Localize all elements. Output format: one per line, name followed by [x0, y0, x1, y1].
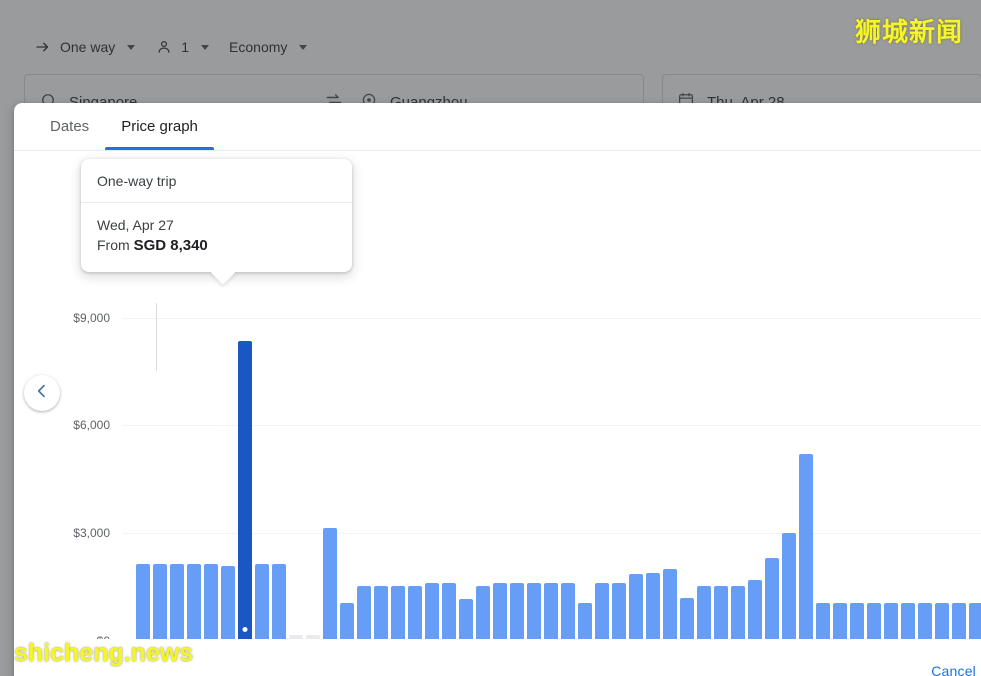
price-bar[interactable]	[136, 564, 150, 641]
price-bar[interactable]	[323, 528, 337, 641]
price-bar[interactable]	[935, 603, 949, 641]
chevron-left-icon	[32, 381, 52, 406]
price-bar[interactable]	[442, 583, 456, 641]
tab-price-graph[interactable]: Price graph	[105, 103, 214, 150]
price-bar[interactable]	[374, 586, 388, 641]
price-bar[interactable]	[391, 586, 405, 641]
price-bar[interactable]	[459, 599, 473, 641]
price-bar[interactable]	[918, 603, 932, 641]
price-bar[interactable]	[969, 603, 981, 641]
price-bar[interactable]	[187, 564, 201, 641]
tab-dates[interactable]: Dates	[34, 103, 105, 150]
price-bar[interactable]	[714, 586, 728, 641]
price-bar[interactable]	[561, 583, 575, 641]
price-bar[interactable]	[527, 583, 541, 641]
tooltip-connector-line	[156, 303, 157, 371]
y-axis-label: $9,000	[73, 311, 110, 325]
price-bar[interactable]	[221, 566, 235, 641]
price-bar[interactable]	[357, 586, 371, 641]
price-bar[interactable]	[408, 586, 422, 641]
price-bar[interactable]	[799, 454, 813, 641]
tooltip-price-value: SGD 8,340	[134, 237, 208, 254]
price-graph-panel: Dates Price graph One-way trip Wed, Apr …	[14, 103, 981, 676]
price-bar[interactable]	[510, 583, 524, 641]
tooltip-details: Wed, Apr 27 From SGD 8,340	[81, 203, 352, 272]
price-bar[interactable]	[272, 564, 286, 641]
price-bar[interactable]	[680, 598, 694, 641]
price-bar[interactable]	[476, 586, 490, 641]
price-bar[interactable]	[731, 586, 745, 641]
previous-period-button[interactable]	[24, 375, 60, 411]
price-bar[interactable]	[816, 603, 830, 641]
price-bar[interactable]	[493, 583, 507, 641]
panel-footer: Cancel	[28, 639, 981, 676]
price-bar[interactable]	[646, 573, 660, 641]
tooltip-price-row: From SGD 8,340	[97, 235, 336, 256]
tooltip-price-prefix: From	[97, 237, 130, 253]
y-axis-label: $6,000	[73, 418, 110, 432]
panel-tabs: Dates Price graph	[14, 103, 981, 151]
price-bar[interactable]	[238, 341, 252, 641]
price-bar[interactable]	[204, 564, 218, 641]
price-bar[interactable]	[340, 603, 354, 641]
price-bar[interactable]	[867, 603, 881, 641]
price-bar[interactable]	[629, 574, 643, 641]
tooltip-trip-type: One-way trip	[81, 159, 352, 203]
price-tooltip: One-way trip Wed, Apr 27 From SGD 8,340	[81, 159, 352, 272]
chart-bars	[122, 296, 981, 641]
price-bar[interactable]	[782, 533, 796, 641]
price-bar[interactable]	[153, 564, 167, 641]
price-bar[interactable]	[765, 558, 779, 641]
price-graph-screen: One way 1 Economy	[0, 0, 981, 676]
y-axis-label: $3,000	[73, 526, 110, 540]
price-bar[interactable]	[595, 583, 609, 641]
price-bar[interactable]	[884, 603, 898, 641]
price-bar[interactable]	[612, 583, 626, 641]
price-bar[interactable]	[850, 603, 864, 641]
price-bar[interactable]	[748, 580, 762, 641]
price-bar[interactable]	[952, 603, 966, 641]
price-bar[interactable]	[697, 586, 711, 641]
cancel-button[interactable]: Cancel	[931, 663, 976, 676]
selected-bar-dot	[243, 627, 248, 632]
price-bar[interactable]	[170, 564, 184, 641]
price-bar[interactable]	[901, 603, 915, 641]
chart-plot-area: $0$3,000$6,000$9,000	[122, 296, 981, 641]
tooltip-date: Wed, Apr 27	[97, 215, 336, 235]
price-bar[interactable]	[833, 603, 847, 641]
price-bar[interactable]	[663, 569, 677, 641]
price-bar[interactable]	[425, 583, 439, 641]
price-bar[interactable]	[255, 564, 269, 641]
price-bar[interactable]	[578, 603, 592, 641]
price-bar[interactable]	[544, 583, 558, 641]
